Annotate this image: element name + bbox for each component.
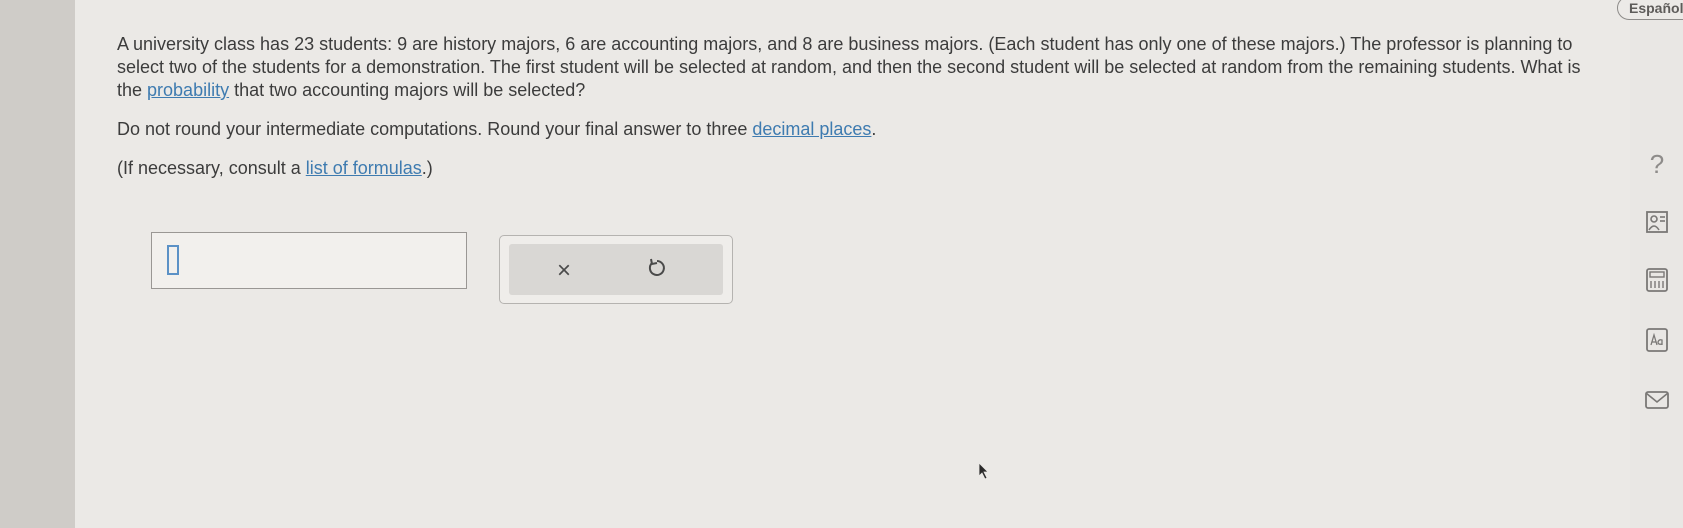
question-paragraph: A university class has 23 students: 9 ar… [117, 34, 1581, 100]
person-board-icon [1646, 211, 1668, 233]
undo-button[interactable] [637, 256, 677, 286]
envelope-icon [1645, 391, 1669, 409]
question-text: A university class has 23 students: 9 ar… [117, 33, 1597, 196]
close-icon: × [556, 257, 571, 284]
message-button[interactable] [1643, 386, 1671, 414]
calculator-button[interactable] [1643, 266, 1671, 294]
instruction-paragraph: Do not round your intermediate computati… [117, 119, 877, 139]
glossary-button[interactable] [1643, 326, 1671, 354]
mouse-cursor-icon [978, 462, 990, 485]
answer-input[interactable] [151, 232, 467, 289]
guided-solution-button[interactable] [1643, 208, 1671, 236]
question-mark-icon: ? [1649, 148, 1665, 179]
answer-toolbar-panel: × [509, 244, 723, 295]
answer-toolbar: × [499, 235, 733, 304]
probability-link[interactable]: probability [147, 80, 229, 100]
text-aa-icon [1646, 328, 1668, 352]
calculator-icon [1646, 268, 1668, 292]
help-button[interactable]: ? [1643, 148, 1671, 179]
right-tool-rail [1630, 0, 1683, 528]
formulas-paragraph: (If necessary, consult a list of formula… [117, 158, 433, 178]
language-toggle-button[interactable]: Español [1617, 0, 1683, 20]
undo-icon [646, 257, 668, 286]
list-of-formulas-link[interactable]: list of formulas [306, 158, 422, 178]
answer-input-cursor [167, 245, 179, 275]
left-strip [0, 0, 75, 528]
decimal-places-link[interactable]: decimal places [752, 119, 871, 139]
clear-button[interactable]: × [544, 256, 584, 286]
